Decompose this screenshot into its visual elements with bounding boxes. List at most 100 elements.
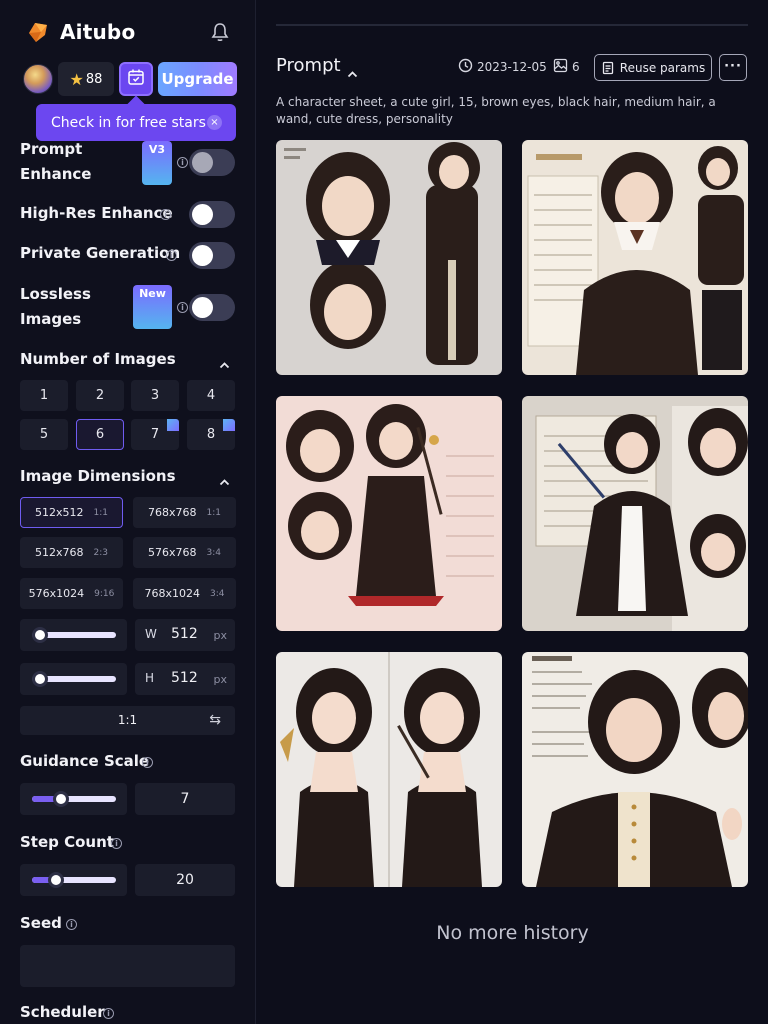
- dimension-option[interactable]: 576x768 3:4: [133, 537, 236, 568]
- lossless-images-label: Lossless Images: [20, 285, 91, 328]
- daily-checkin-button[interactable]: [119, 62, 153, 96]
- lossless-images-toggle[interactable]: [189, 294, 235, 321]
- width-label: W: [145, 627, 157, 641]
- slider-track: [32, 627, 116, 643]
- close-icon[interactable]: ×: [207, 115, 222, 130]
- info-icon[interactable]: i: [103, 1008, 114, 1019]
- checkin-tooltip: Check in for free stars ×: [36, 104, 236, 141]
- image-count-option[interactable]: 3: [131, 380, 179, 411]
- notification-bell-icon[interactable]: [211, 22, 229, 46]
- swap-dimensions-icon[interactable]: ⇆: [209, 706, 221, 735]
- generated-image-3[interactable]: [276, 396, 502, 631]
- dimension-option[interactable]: 768x768 1:1: [133, 497, 236, 528]
- image-dimensions-header[interactable]: Image Dimensions: [20, 464, 234, 488]
- generated-image-1[interactable]: [276, 140, 502, 375]
- slider-handle[interactable]: [47, 872, 64, 888]
- prompt-enhance-toggle[interactable]: [189, 149, 235, 176]
- dimension-ratio: 1:1: [93, 507, 108, 518]
- divider: [276, 24, 748, 26]
- slider-track: [32, 872, 116, 888]
- dimension-ratio: 9:16: [94, 588, 115, 599]
- prompt-enhance-label: Prompt Enhance: [20, 140, 92, 183]
- premium-corner-icon: [223, 419, 235, 431]
- image-count-option[interactable]: 1: [20, 380, 68, 411]
- width-input[interactable]: W 512 px: [135, 619, 235, 651]
- dimension-ratio: 3:4: [210, 588, 225, 599]
- height-slider[interactable]: [20, 663, 127, 695]
- guidance-scale-input[interactable]: 7: [135, 783, 235, 815]
- date-text: 2023-12-05: [477, 60, 547, 74]
- guidance-scale-slider[interactable]: [20, 783, 127, 815]
- aspect-ratio-bar[interactable]: 1:1 ⇆: [20, 706, 235, 735]
- image-count-option[interactable]: 2: [76, 380, 124, 411]
- private-generation-label: Private Generation: [20, 244, 181, 262]
- step-count-slider[interactable]: [20, 864, 127, 896]
- premium-corner-icon: [167, 419, 179, 431]
- document-icon: [602, 61, 613, 74]
- section-title: Number of Images: [20, 350, 176, 368]
- height-input[interactable]: H 512 px: [135, 663, 235, 695]
- dimension-option[interactable]: 576x1024 9:16: [20, 578, 123, 609]
- image-count-option-selected[interactable]: 6: [76, 419, 124, 450]
- slider-track: [32, 671, 116, 687]
- app-logo[interactable]: Aitubo: [26, 20, 135, 44]
- high-res-enhance-toggle[interactable]: [189, 201, 235, 228]
- upgrade-button[interactable]: Upgrade: [158, 62, 237, 96]
- info-icon[interactable]: i: [66, 919, 77, 930]
- number-of-images-header[interactable]: Number of Images: [20, 347, 234, 371]
- no-more-history: No more history: [436, 922, 589, 944]
- height-value: 512: [171, 670, 198, 686]
- dimension-option[interactable]: 768x1024 3:4: [133, 578, 236, 609]
- guidance-scale-value: 7: [180, 791, 190, 807]
- option-label: 7: [150, 427, 160, 442]
- image-count-option-premium[interactable]: 7: [131, 419, 179, 450]
- info-icon[interactable]: i: [111, 838, 122, 849]
- image-count-option[interactable]: 4: [187, 380, 235, 411]
- app-name: Aitubo: [60, 20, 136, 44]
- user-avatar[interactable]: [23, 64, 53, 94]
- dimension-ratio: 2:3: [93, 547, 108, 558]
- width-slider[interactable]: [20, 619, 127, 651]
- dimension-option[interactable]: 512x768 2:3: [20, 537, 123, 568]
- calendar-check-icon: [127, 68, 145, 90]
- clock-icon: [458, 58, 473, 76]
- slider-handle[interactable]: [32, 671, 48, 687]
- info-icon[interactable]: i: [160, 209, 171, 220]
- new-badge: New: [133, 285, 172, 329]
- prompt-title[interactable]: Prompt: [276, 55, 341, 76]
- seed-input[interactable]: [20, 945, 235, 987]
- dimension-option-selected[interactable]: 512x512 1:1: [20, 497, 123, 528]
- info-icon[interactable]: i: [166, 250, 177, 261]
- generated-image-6[interactable]: [522, 652, 748, 887]
- generated-image-4[interactable]: [522, 396, 748, 631]
- slider-handle[interactable]: [53, 791, 70, 807]
- star-balance[interactable]: ★ 88: [58, 62, 114, 96]
- aspect-ratio-value: 1:1: [117, 713, 138, 727]
- info-icon[interactable]: i: [142, 757, 153, 768]
- slider-handle[interactable]: [32, 627, 48, 643]
- star-count: 88: [85, 71, 103, 87]
- chevron-up-icon[interactable]: [347, 63, 358, 82]
- info-icon[interactable]: i: [177, 157, 188, 168]
- toggle-knob: [192, 204, 213, 225]
- width-unit: px: [213, 629, 228, 642]
- image-count-option[interactable]: 5: [20, 419, 68, 450]
- generated-image-2[interactable]: [522, 140, 748, 375]
- private-generation-toggle[interactable]: [189, 242, 235, 269]
- step-count-label: Step Count: [20, 833, 114, 851]
- history-panel: Prompt 2023-12-05 6 Reuse params ··· A c…: [257, 0, 768, 1024]
- toggle-knob: [192, 245, 213, 266]
- option-label: 8: [206, 427, 216, 442]
- height-unit: px: [213, 673, 228, 686]
- reuse-params-button[interactable]: Reuse params: [594, 54, 712, 81]
- generation-date: 2023-12-05: [458, 58, 547, 76]
- v3-badge: V3: [142, 141, 172, 185]
- image-count-text: 6: [572, 60, 580, 74]
- generated-image-5[interactable]: [276, 652, 502, 887]
- more-options-button[interactable]: ···: [719, 54, 747, 81]
- guidance-scale-label: Guidance Scale: [20, 752, 150, 770]
- chevron-up-icon: [219, 471, 230, 490]
- image-count-option-premium[interactable]: 8: [187, 419, 235, 450]
- info-icon[interactable]: i: [177, 302, 188, 313]
- step-count-input[interactable]: 20: [135, 864, 235, 896]
